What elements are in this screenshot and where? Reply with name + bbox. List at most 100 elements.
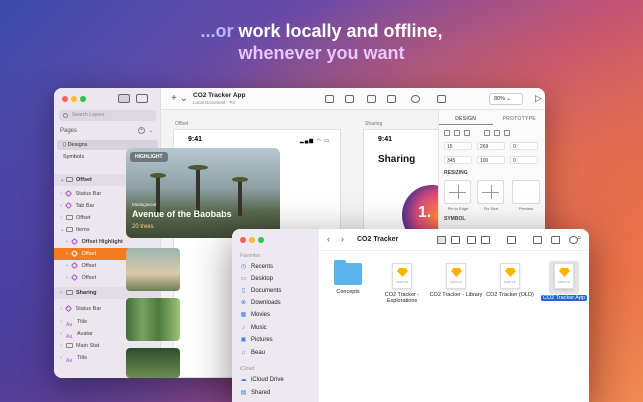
status-time: 9:41 — [378, 136, 393, 143]
forward-icon[interactable]: › — [341, 234, 344, 244]
fix-size-label: Fix Size — [483, 206, 499, 211]
gallery-view-icon[interactable] — [481, 236, 490, 244]
sidebar-item-documents[interactable]: ▯ Documents — [240, 285, 282, 297]
sidebar-toggle-icon[interactable] — [118, 94, 130, 103]
insert-icon[interactable]: + ⌄ — [171, 93, 188, 104]
align-top-icon[interactable] — [484, 130, 490, 136]
headline-line2: whenever you want — [238, 43, 405, 63]
folder-title: CO2 Tracker — [357, 236, 399, 243]
y-field[interactable]: 269 — [477, 142, 505, 150]
search-icon — [63, 113, 68, 118]
film-icon: ▦ — [240, 312, 247, 318]
ungroup-icon[interactable] — [387, 95, 396, 103]
tab-prototype[interactable]: PROTOTYPE — [493, 114, 546, 125]
clock-icon: ◷ — [240, 264, 247, 270]
align-icon[interactable] — [325, 95, 334, 103]
file-item[interactable]: SKETCH CO2 Tracker - Library — [429, 263, 483, 298]
distribute-icon[interactable] — [345, 95, 354, 103]
symbol-header: SYMBOL — [444, 216, 466, 222]
sidebar-item-movies[interactable]: ▦ Movies — [240, 309, 270, 321]
mask-icon[interactable] — [437, 95, 446, 103]
sidebar-item-recents[interactable]: ◷ Recents — [240, 261, 273, 273]
edit-icon[interactable] — [411, 95, 420, 103]
card-location: Madagascar — [132, 202, 157, 207]
thumbnail-image[interactable] — [126, 348, 180, 378]
group-by-icon[interactable] — [507, 236, 516, 244]
align-center-icon[interactable] — [454, 130, 460, 136]
zoom-button[interactable] — [258, 237, 264, 243]
artboard-label-sharing[interactable]: Sharing — [365, 121, 382, 127]
align-middle-icon[interactable] — [494, 130, 500, 136]
close-button[interactable] — [240, 237, 246, 243]
column-view-icon[interactable] — [467, 236, 476, 244]
align-left-icon[interactable] — [444, 130, 450, 136]
rotation-field[interactable]: 0 — [510, 142, 538, 150]
minimize-button[interactable] — [71, 96, 77, 102]
sidebar-item-music[interactable]: ♪ Music — [240, 322, 267, 334]
symbol-icon — [70, 262, 79, 270]
sidebar-item-pictures[interactable]: ▣ Pictures — [240, 334, 273, 346]
file-item[interactable]: SKETCH CO2 Tracker - Explorations — [375, 263, 429, 304]
pages-header: Pages — [60, 128, 78, 134]
height-field[interactable]: 100 — [477, 156, 505, 164]
sidebar-item-icloud-drive[interactable]: ☁ iCloud Drive — [240, 374, 284, 386]
share-icon[interactable] — [533, 236, 542, 244]
pin-to-edge-control[interactable] — [444, 180, 471, 204]
music-icon: ♪ — [242, 325, 245, 331]
card-subtitle: 20 trees — [132, 224, 154, 230]
file-item-folder[interactable]: Concepts — [321, 260, 375, 295]
document-subtitle: Local Document · P3 — [193, 100, 236, 105]
sketch-file-icon: SKETCH — [554, 263, 574, 289]
play-icon[interactable]: ▷ — [535, 93, 542, 104]
document-title: CO2 Tracker App — [193, 92, 246, 99]
tab-design[interactable]: DESIGN — [439, 114, 493, 125]
align-bottom-icon[interactable] — [504, 130, 510, 136]
chevron-down-icon[interactable]: ⌄ — [149, 128, 153, 134]
status-time: 9:41 — [188, 136, 203, 143]
sidebar-item-home[interactable]: ⌂ Beau — [240, 347, 265, 359]
fix-size-control[interactable] — [477, 180, 504, 204]
sharing-title: Sharing — [378, 154, 416, 165]
highlight-card[interactable]: HIGHLIGHT Madagascar Avenue of the Baoba… — [126, 148, 280, 238]
tag-icon[interactable] — [551, 236, 560, 244]
group-icon[interactable] — [367, 95, 376, 103]
finder-window-controls — [240, 237, 264, 243]
zoom-button[interactable] — [80, 96, 86, 102]
artboard-label-offset[interactable]: Offset — [175, 121, 188, 127]
file-item-selected[interactable]: SKETCH CO2 Tracker App — [537, 261, 589, 301]
download-icon: ⊕ — [240, 300, 247, 306]
icloud-header: iCloud — [240, 366, 255, 372]
minimize-button[interactable] — [249, 237, 255, 243]
cloud-icon: ☁ — [240, 377, 247, 383]
layer-search-input[interactable]: Search Layers — [59, 110, 156, 121]
sidebar-item-downloads[interactable]: ⊕ Downloads — [240, 297, 281, 309]
headline: ...or work locally and offline, whenever… — [0, 20, 643, 64]
list-view-icon[interactable] — [451, 236, 460, 244]
close-button[interactable] — [62, 96, 68, 102]
icon-view-icon[interactable] — [437, 236, 446, 244]
text-icon: Aa — [66, 334, 73, 341]
components-icon[interactable] — [136, 94, 148, 103]
file-item[interactable]: SKETCH CO2 Tracker (OLD) — [483, 263, 537, 298]
resizing-header: RESIZING — [444, 170, 468, 176]
zoom-select[interactable]: 80% ⌄ — [489, 93, 523, 105]
thumbnail-image[interactable] — [126, 298, 180, 341]
x-field[interactable]: 15 — [444, 142, 472, 150]
sidebar-item-shared[interactable]: ▤ Shared — [240, 387, 271, 399]
symbol-icon — [70, 250, 79, 258]
text-icon: Aa — [66, 358, 73, 365]
width-field[interactable]: 345 — [444, 156, 472, 164]
favorites-header: Favorites — [240, 253, 261, 259]
text-icon: Aa — [66, 322, 73, 329]
symbol-icon — [70, 238, 79, 246]
search-icon[interactable]: ⌕ — [577, 233, 581, 243]
thumbnail-image[interactable] — [126, 248, 180, 291]
toolbar: + ⌄ CO2 Tracker App Local Document · P3 … — [161, 88, 545, 110]
align-right-icon[interactable] — [464, 130, 470, 136]
add-page-icon[interactable]: + — [138, 127, 145, 134]
shared-folder-icon: ▤ — [240, 390, 247, 396]
back-icon[interactable]: ‹ — [327, 234, 330, 244]
headline-prefix: ...or — [200, 21, 239, 41]
lock-field[interactable]: 0 — [510, 156, 538, 164]
sidebar-item-desktop[interactable]: ▭ Desktop — [240, 273, 273, 285]
